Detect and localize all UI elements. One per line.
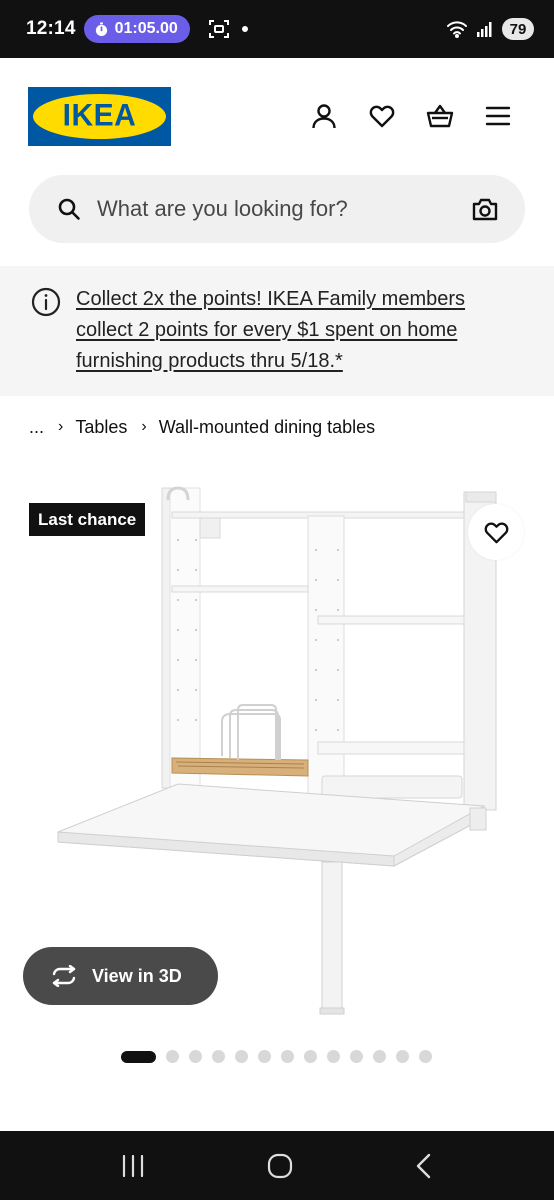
search-icon[interactable] — [57, 197, 81, 221]
breadcrumb-item-tables[interactable]: Tables — [75, 417, 127, 438]
breadcrumb: ... › Tables › Wall-mounted dining table… — [29, 414, 375, 440]
pagination-dot[interactable] — [189, 1050, 202, 1063]
profile-icon[interactable] — [310, 102, 338, 130]
camera-icon[interactable] — [471, 195, 499, 223]
pagination-dot[interactable] — [327, 1050, 340, 1063]
stopwatch-icon — [95, 21, 107, 36]
status-bar: 12:14 01:05.00 79 — [0, 0, 554, 58]
last-chance-badge: Last chance — [29, 503, 146, 536]
pagination-dot[interactable] — [419, 1050, 432, 1063]
heart-icon — [484, 522, 508, 543]
status-time: 12:14 — [26, 18, 76, 39]
chevron-right-icon: › — [58, 418, 64, 435]
back-icon[interactable] — [414, 1153, 434, 1179]
search-input[interactable] — [97, 196, 471, 222]
pagination-dot[interactable] — [304, 1050, 317, 1063]
favorite-button[interactable] — [468, 504, 524, 560]
product-image — [57, 486, 497, 1015]
ikea-logo[interactable]: IKEA — [28, 86, 171, 146]
wifi-icon — [447, 21, 467, 38]
pagination-dot[interactable] — [373, 1050, 386, 1063]
pagination-dot[interactable] — [396, 1050, 409, 1063]
rotate-3d-icon — [52, 965, 76, 987]
basket-icon[interactable] — [426, 102, 454, 130]
view-in-3d-label: View in 3D — [92, 965, 182, 986]
notification-dot — [241, 26, 248, 32]
chevron-right-icon: › — [141, 418, 147, 435]
promo-link[interactable]: Collect 2x the points! IKEA Family membe… — [76, 284, 496, 396]
breadcrumb-ellipsis[interactable]: ... — [29, 417, 44, 438]
pagination-dot[interactable] — [166, 1050, 179, 1063]
pagination-dot[interactable] — [212, 1050, 225, 1063]
header-actions — [310, 102, 512, 130]
image-pagination — [121, 1050, 432, 1063]
breadcrumb-item-wall-mounted-dining-tables[interactable]: Wall-mounted dining tables — [159, 417, 375, 438]
signal-icon — [477, 22, 492, 37]
pagination-dot[interactable] — [235, 1050, 248, 1063]
info-icon — [31, 287, 61, 317]
screenshot-icon — [208, 20, 229, 38]
timer-pill[interactable]: 01:05.00 — [83, 15, 190, 43]
recent-apps-icon[interactable] — [120, 1154, 146, 1178]
battery-indicator: 79 — [502, 18, 534, 40]
home-icon[interactable] — [267, 1153, 293, 1179]
view-in-3d-button[interactable]: View in 3D — [23, 947, 218, 1005]
product-gallery[interactable]: Last chance View in 3D — [0, 470, 554, 1030]
pagination-dot[interactable] — [258, 1050, 271, 1063]
timer-text: 01:05.00 — [114, 20, 178, 37]
pagination-dot[interactable] — [350, 1050, 363, 1063]
system-nav-bar — [0, 1131, 554, 1200]
pagination-dot-active[interactable] — [121, 1050, 156, 1063]
promo-banner: Collect 2x the points! IKEA Family membe… — [0, 266, 554, 396]
pagination-dot[interactable] — [281, 1050, 294, 1063]
menu-icon[interactable] — [484, 102, 512, 130]
status-icons: 79 — [446, 18, 534, 40]
search-bar — [29, 175, 525, 243]
logo-text: IKEA — [62, 98, 137, 133]
heart-icon[interactable] — [368, 102, 396, 130]
site-header: IKEA — [28, 86, 526, 146]
